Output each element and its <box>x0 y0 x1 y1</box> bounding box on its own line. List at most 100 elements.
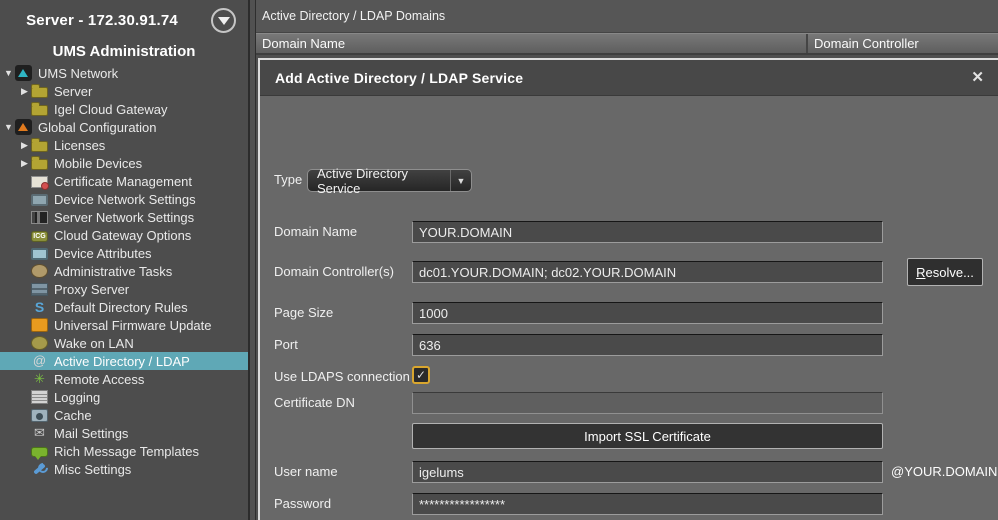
sidebar-item-server-network-settings[interactable]: Server Network Settings <box>0 208 248 226</box>
sidebar-item-igel-cloud-gateway[interactable]: Igel Cloud Gateway <box>0 100 248 118</box>
sidebar-item-cloud-gateway-options[interactable]: ICGCloud Gateway Options <box>0 226 248 244</box>
sidebar-item-label: Default Directory Rules <box>54 300 188 315</box>
dialog-header: Add Active Directory / LDAP Service ✕ <box>260 60 998 96</box>
sidebar-item-certificate-management[interactable]: Certificate Management <box>0 172 248 190</box>
sidebar-item-administrative-tasks[interactable]: Administrative Tasks <box>0 262 248 280</box>
ums-administration-title: UMS Administration <box>0 40 248 64</box>
expand-down-icon[interactable]: ▼ <box>2 122 15 132</box>
sidebar-item-ums-network[interactable]: ▼ UMS Network <box>0 64 248 82</box>
sidebar-item-remote-access[interactable]: ✳ Remote Access <box>0 370 248 388</box>
close-icon[interactable]: ✕ <box>971 70 984 85</box>
chevron-down-icon: ▼ <box>450 170 471 191</box>
server-panel-icon <box>31 211 48 224</box>
sidebar-item-active-directory-ldap[interactable]: @ Active Directory / LDAP <box>0 352 248 370</box>
monitor2-icon <box>31 248 48 260</box>
sidebar-item-rich-message-templates[interactable]: Rich Message Templates <box>0 442 248 460</box>
resolve-button[interactable]: Resolve... <box>907 258 983 286</box>
check-icon: ✓ <box>416 368 426 382</box>
monitor-icon <box>31 194 48 206</box>
sidebar-item-label: Logging <box>54 390 100 405</box>
user-name-label: User name <box>274 461 338 483</box>
sidebar-item-label: Wake on LAN <box>54 336 134 351</box>
sidebar-item-label: Mail Settings <box>54 426 128 441</box>
sidebar: Server - 172.30.91.74 UMS Administration… <box>0 0 248 520</box>
type-label: Type <box>274 169 302 191</box>
sidebar-item-mobile-devices[interactable]: ▶ Mobile Devices <box>0 154 248 172</box>
port-label: Port <box>274 334 298 356</box>
remote-icon: ✳ <box>31 372 48 386</box>
gc-logo-icon <box>15 119 32 135</box>
sidebar-item-global-configuration[interactable]: ▼Global Configuration <box>0 118 248 136</box>
domain-name-label: Domain Name <box>274 221 357 243</box>
sidebar-item-server[interactable]: ▶ Server <box>0 82 248 100</box>
firmware-icon <box>31 318 48 332</box>
use-ldaps-checkbox[interactable]: ✓ <box>412 366 430 384</box>
expand-right-icon[interactable]: ▶ <box>18 86 31 97</box>
folder-icon <box>31 141 48 152</box>
caret-down-icon <box>218 17 230 25</box>
rules-icon: S <box>31 300 48 314</box>
sidebar-item-proxy-server[interactable]: Proxy Server <box>0 280 248 298</box>
panel-splitter[interactable] <box>248 0 256 520</box>
dialog-title: Add Active Directory / LDAP Service <box>260 70 523 86</box>
password-input[interactable] <box>412 493 883 515</box>
folder-icon <box>31 105 48 116</box>
import-ssl-certificate-button[interactable]: Import SSL Certificate <box>412 423 883 449</box>
sidebar-item-label: Active Directory / LDAP <box>54 354 190 369</box>
page-size-input[interactable] <box>412 302 883 324</box>
sidebar-item-wake-on-lan[interactable]: Wake on LAN <box>0 334 248 352</box>
column-header-domain-controller[interactable]: Domain Controller <box>808 34 998 53</box>
main-content: Active Directory / LDAP Domains Domain N… <box>256 0 998 520</box>
port-input[interactable] <box>412 334 883 356</box>
sidebar-item-device-network-settings[interactable]: Device Network Settings <box>0 190 248 208</box>
type-select[interactable]: Active Directory Service ▼ <box>307 169 472 192</box>
at-icon: @ <box>31 354 48 368</box>
sidebar-item-label: Universal Firmware Update <box>54 318 212 333</box>
sidebar-item-misc-settings[interactable]: Misc Settings <box>0 460 248 478</box>
navigation-tree: ▼ UMS Network ▶ Server Igel Cloud Gateway▼Gl… <box>0 64 248 478</box>
sidebar-item-label: Administrative Tasks <box>54 264 172 279</box>
cache-icon <box>31 409 48 422</box>
expand-right-icon[interactable]: ▶ <box>18 158 31 169</box>
sidebar-item-cache[interactable]: Cache <box>0 406 248 424</box>
column-header-domain-name[interactable]: Domain Name <box>256 34 808 53</box>
sidebar-item-label: Device Network Settings <box>54 192 196 207</box>
sidebar-item-label: Server <box>54 84 92 99</box>
sidebar-item-logging[interactable]: Logging <box>0 388 248 406</box>
proxy-icon <box>31 283 48 296</box>
add-ad-ldap-dialog: Add Active Directory / LDAP Service ✕ Ty… <box>258 58 998 520</box>
sidebar-item-label: Server Network Settings <box>54 210 194 225</box>
dialog-body: Type Active Directory Service ▼ Domain N… <box>260 96 998 520</box>
page-size-label: Page Size <box>274 302 333 324</box>
wrench-icon <box>31 462 48 476</box>
sidebar-item-label: Proxy Server <box>54 282 129 297</box>
sidebar-item-device-attributes[interactable]: Device Attributes <box>0 244 248 262</box>
mail-icon: ✉ <box>31 426 48 440</box>
domain-controllers-input[interactable] <box>412 261 883 283</box>
sidebar-item-label: Rich Message Templates <box>54 444 199 459</box>
sidebar-item-universal-firmware-update[interactable]: Universal Firmware Update <box>0 316 248 334</box>
icg-icon: ICG <box>31 231 48 242</box>
sidebar-item-label: Remote Access <box>54 372 144 387</box>
logging-icon <box>31 390 48 404</box>
sidebar-item-label: Mobile Devices <box>54 156 142 171</box>
folder-icon <box>31 159 48 170</box>
server-header: Server - 172.30.91.74 <box>0 0 248 40</box>
server-dropdown-button[interactable] <box>211 8 236 33</box>
sidebar-item-label: Certificate Management <box>54 174 192 189</box>
sidebar-item-default-directory-rules[interactable]: S Default Directory Rules <box>0 298 248 316</box>
domain-controllers-label: Domain Controller(s) <box>274 261 394 283</box>
sidebar-item-label: Igel Cloud Gateway <box>54 102 167 117</box>
sidebar-item-label: Cache <box>54 408 92 423</box>
domain-name-input[interactable] <box>412 221 883 243</box>
expand-down-icon[interactable]: ▼ <box>2 68 15 78</box>
sidebar-item-mail-settings[interactable]: ✉ Mail Settings <box>0 424 248 442</box>
sidebar-item-label: Device Attributes <box>54 246 152 261</box>
domains-table-header: Domain Name Domain Controller <box>256 33 998 55</box>
sidebar-item-licenses[interactable]: ▶Licenses <box>0 136 248 154</box>
message-icon <box>31 447 48 457</box>
user-name-input[interactable] <box>412 461 883 483</box>
sidebar-item-label: UMS Network <box>38 66 118 81</box>
password-label: Password <box>274 493 331 515</box>
expand-right-icon[interactable]: ▶ <box>18 140 31 151</box>
